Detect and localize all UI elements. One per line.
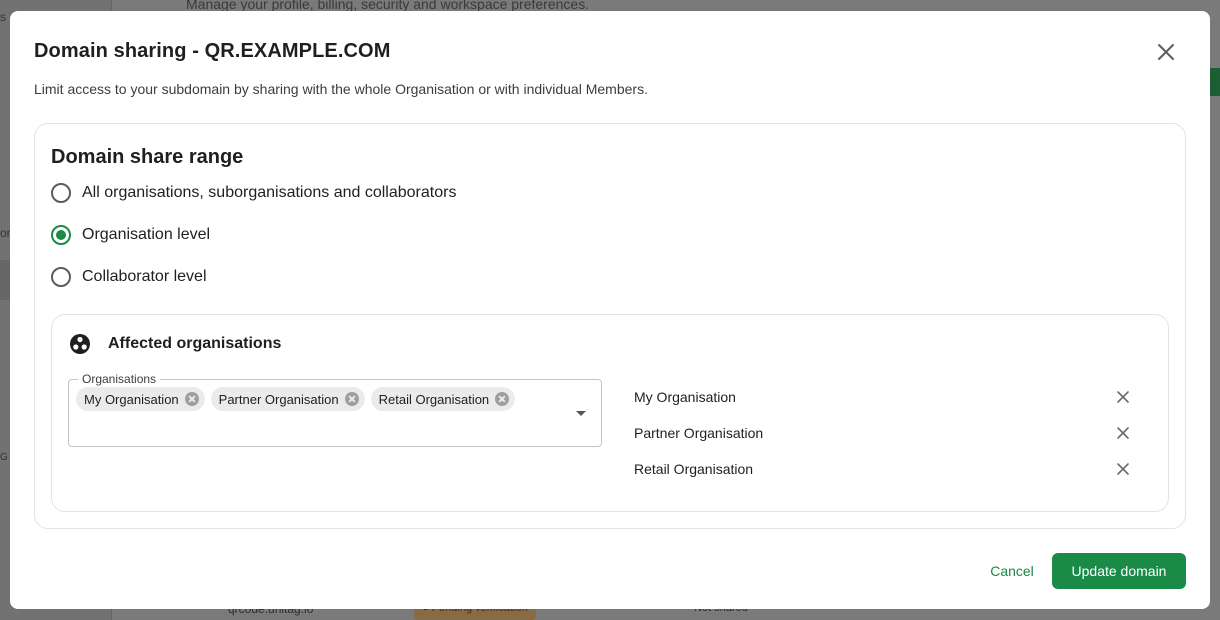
close-button[interactable]	[1155, 41, 1177, 63]
cancel-button[interactable]: Cancel	[974, 553, 1050, 589]
organisations-select[interactable]: Organisations My Organisation Partner Or…	[68, 372, 602, 447]
radio-button-checked[interactable]	[51, 225, 71, 245]
organisations-select-label: Organisations	[78, 372, 161, 386]
chip-label: My Organisation	[84, 391, 179, 407]
organisations-icon	[70, 334, 90, 354]
radio-option-collaborator[interactable]: Collaborator level	[51, 267, 207, 287]
selected-chips: My Organisation Partner Organisation Ret…	[76, 387, 516, 411]
radio-button[interactable]	[51, 183, 71, 203]
remove-icon[interactable]	[1116, 462, 1130, 476]
dialog-subtitle: Limit access to your subdomain by sharin…	[34, 81, 648, 97]
share-range-card: Domain share range All organisations, su…	[34, 123, 1186, 529]
list-item: My Organisation	[634, 387, 1134, 423]
dialog-title: Domain sharing - QR.EXAMPLE.COM	[34, 40, 391, 62]
organisation-name: Partner Organisation	[634, 425, 764, 441]
list-item: Retail Organisation	[634, 459, 1134, 495]
chip-remove-icon[interactable]	[184, 392, 199, 406]
radio-option-all[interactable]: All organisations, suborganisations and …	[51, 183, 456, 203]
affected-organisations-title: Affected organisations	[108, 335, 282, 352]
radio-label: Collaborator level	[82, 268, 207, 285]
share-range-title: Domain share range	[51, 146, 244, 168]
chip-label: Retail Organisation	[378, 391, 490, 407]
affected-organisations-card: Affected organisations Organisations My …	[51, 314, 1169, 512]
organisation-name: My Organisation	[634, 389, 736, 405]
dropdown-arrow-icon[interactable]	[576, 411, 586, 416]
close-icon	[1158, 44, 1174, 60]
chip-my-organisation: My Organisation	[76, 387, 205, 411]
update-domain-button[interactable]: Update domain	[1052, 553, 1186, 589]
radio-button[interactable]	[51, 267, 71, 287]
chip-retail-organisation: Retail Organisation	[370, 387, 516, 411]
chip-remove-icon[interactable]	[495, 392, 510, 406]
remove-icon[interactable]	[1116, 426, 1130, 440]
background-text-fragment: s	[0, 10, 6, 24]
chip-label: Partner Organisation	[218, 391, 339, 407]
affected-organisations-list: My Organisation Partner Organisation Ret…	[634, 387, 1134, 495]
chip-partner-organisation: Partner Organisation	[210, 387, 365, 411]
chip-remove-icon[interactable]	[344, 392, 359, 406]
domain-sharing-dialog: Domain sharing - QR.EXAMPLE.COM Limit ac…	[10, 11, 1210, 609]
radio-option-organisation[interactable]: Organisation level	[51, 225, 210, 245]
organisation-name: Retail Organisation	[634, 461, 754, 477]
radio-label: Organisation level	[82, 226, 211, 243]
radio-label: All organisations, suborganisations and …	[82, 184, 457, 201]
list-item: Partner Organisation	[634, 423, 1134, 459]
background-text-fragment: G	[0, 452, 8, 463]
remove-icon[interactable]	[1116, 390, 1130, 404]
